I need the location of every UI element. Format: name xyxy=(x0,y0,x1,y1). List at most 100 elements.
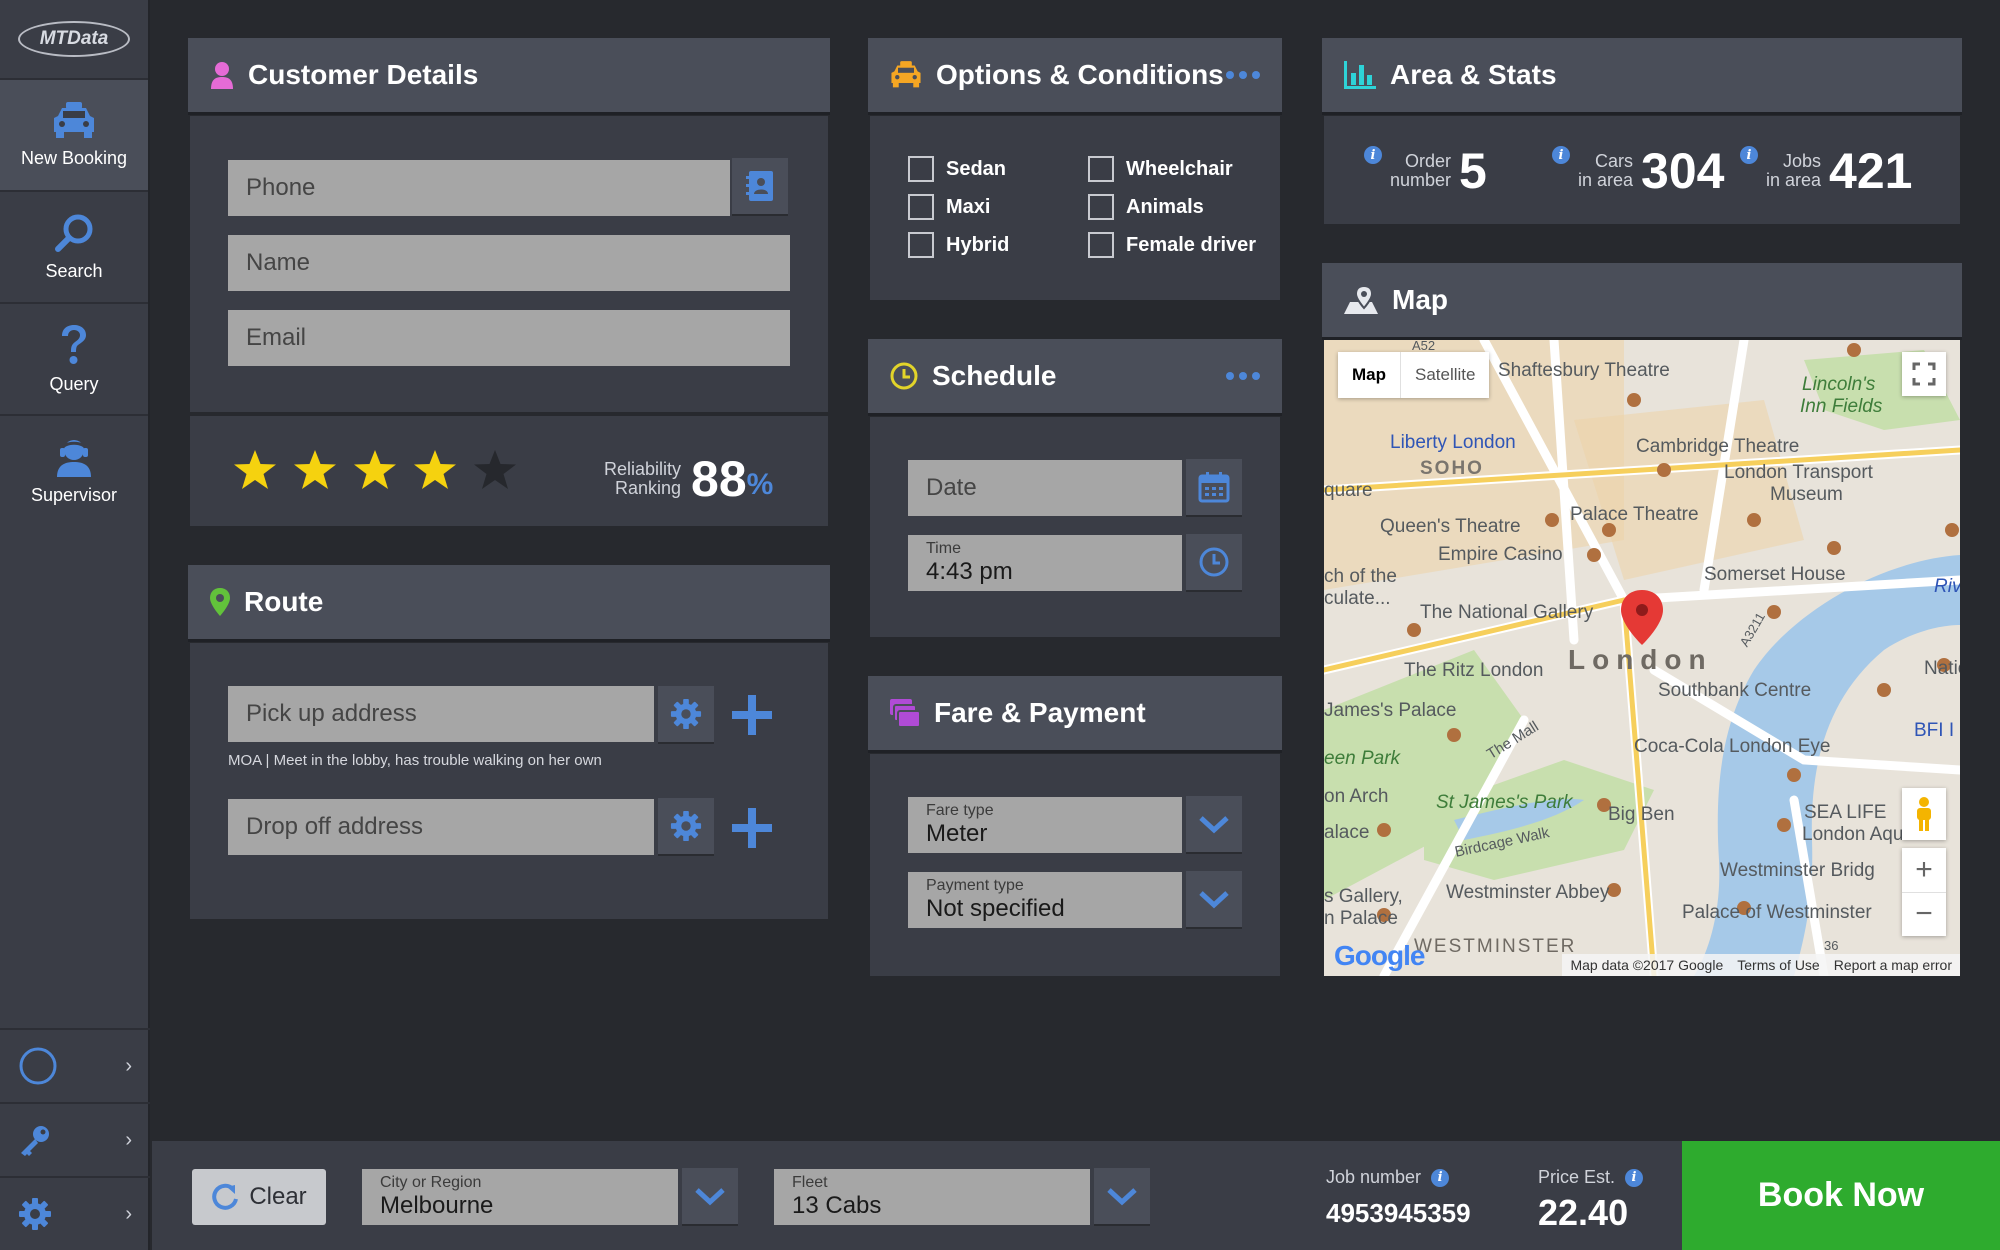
map-label: Southbank Centre xyxy=(1658,680,1812,701)
checkbox[interactable] xyxy=(1088,194,1114,220)
map-label: on Arch xyxy=(1324,786,1389,807)
status-toggle[interactable]: › xyxy=(0,1028,150,1102)
key-icon xyxy=(21,1126,49,1156)
checkbox[interactable] xyxy=(908,156,934,182)
sidebar-item-label: Search xyxy=(45,260,103,281)
email-field[interactable]: Email xyxy=(228,310,790,366)
info-icon[interactable]: i xyxy=(1625,1168,1644,1187)
map-type-satellite-button[interactable]: Satellite xyxy=(1400,352,1489,398)
option-label: Hybrid xyxy=(946,233,1010,256)
map-label: een Park xyxy=(1324,748,1401,769)
chevron-right-icon: › xyxy=(125,1202,132,1225)
report-error-link[interactable]: Report a map error xyxy=(1834,957,1952,973)
info-icon[interactable]: i xyxy=(1740,146,1758,164)
phone-field[interactable]: Phone xyxy=(228,160,730,216)
map-label: James's Palace xyxy=(1324,700,1457,721)
info-icon[interactable]: i xyxy=(1552,146,1570,164)
fleet-select[interactable]: Fleet 13 Cabs xyxy=(774,1169,1090,1225)
key-menu[interactable]: › xyxy=(0,1102,150,1176)
panel-title: Schedule xyxy=(932,360,1057,391)
calendar-button[interactable] xyxy=(1186,459,1242,515)
taxi-icon xyxy=(890,61,922,89)
sidebar-item-query[interactable]: Query xyxy=(0,302,148,414)
map-label: Riv xyxy=(1934,576,1960,597)
option-animals[interactable]: Animals xyxy=(1088,194,1204,220)
star-empty-icon[interactable] xyxy=(472,448,518,492)
fare-type-dropdown-button[interactable] xyxy=(1186,796,1242,852)
map-label: Cambridge Theatre xyxy=(1636,436,1800,457)
dropoff-settings-button[interactable] xyxy=(658,798,714,854)
option-wheelchair[interactable]: Wheelchair xyxy=(1088,156,1233,182)
date-field[interactable]: Date xyxy=(908,460,1182,516)
sidebar-item-supervisor[interactable]: Supervisor xyxy=(0,414,148,526)
more-options-icon[interactable] xyxy=(1226,372,1260,380)
add-pickup-button[interactable] xyxy=(728,691,776,739)
map-label: Somerset House xyxy=(1704,564,1846,585)
more-options-icon[interactable] xyxy=(1226,71,1260,79)
name-field[interactable]: Name xyxy=(228,235,790,291)
dropoff-address-field[interactable]: Drop off address xyxy=(228,799,654,855)
map-label: London Aqua xyxy=(1802,824,1915,845)
field-value: 4:43 pm xyxy=(926,558,1013,585)
checkbox[interactable] xyxy=(1088,232,1114,258)
star-filled-icon[interactable] xyxy=(352,448,398,492)
sidebar-item-search[interactable]: Search xyxy=(0,190,148,302)
clock-icon xyxy=(1199,547,1229,577)
clear-button[interactable]: Clear xyxy=(192,1169,326,1225)
pickup-settings-button[interactable] xyxy=(658,686,714,742)
clear-label: Clear xyxy=(249,1183,307,1210)
map-label: Lincoln's xyxy=(1802,374,1876,395)
info-icon[interactable]: i xyxy=(1431,1168,1450,1187)
map-header: Map xyxy=(1322,263,1962,337)
street-view-button[interactable] xyxy=(1902,788,1946,840)
sidebar-item-new-booking[interactable]: New Booking xyxy=(0,78,148,190)
city-dropdown-button[interactable] xyxy=(682,1168,738,1224)
add-dropoff-button[interactable] xyxy=(728,804,776,852)
payment-type-dropdown-button[interactable] xyxy=(1186,871,1242,927)
checkbox[interactable] xyxy=(908,232,934,258)
contacts-button[interactable] xyxy=(732,158,788,214)
time-picker-button[interactable] xyxy=(1186,534,1242,590)
terms-link[interactable]: Terms of Use xyxy=(1737,957,1819,973)
map-type-map-button[interactable]: Map xyxy=(1338,352,1400,398)
star-filled-icon[interactable] xyxy=(292,448,338,492)
option-sedan[interactable]: Sedan xyxy=(908,156,1006,182)
map-label: London xyxy=(1568,644,1713,675)
chevron-down-icon xyxy=(1199,816,1229,834)
pickup-address-field[interactable]: Pick up address xyxy=(228,686,654,742)
star-filled-icon[interactable] xyxy=(412,448,458,492)
checkbox[interactable] xyxy=(908,194,934,220)
location-pin-icon xyxy=(210,588,230,616)
reliability-ranking: Reliability Ranking 88 % xyxy=(604,450,773,508)
jobs-in-area-stat: i Jobs in area 421 xyxy=(1740,142,1912,200)
city-region-select[interactable]: City or Region Melbourne xyxy=(362,1169,678,1225)
panel-title: Route xyxy=(244,586,324,617)
book-now-button[interactable]: Book Now xyxy=(1682,1141,2000,1250)
payment-type-select[interactable]: Payment type Not specified xyxy=(908,872,1182,928)
map-label: ch of the xyxy=(1324,566,1397,587)
fare-type-select[interactable]: Fare type Meter xyxy=(908,797,1182,853)
star-filled-icon[interactable] xyxy=(232,448,278,492)
map-label: Palace of Westminster xyxy=(1682,902,1872,923)
time-field[interactable]: Time 4:43 pm xyxy=(908,535,1182,591)
settings-menu[interactable]: › xyxy=(0,1176,150,1250)
sidebar-item-label: Supervisor xyxy=(30,484,118,505)
chevron-right-icon: › xyxy=(125,1128,132,1151)
panel-title: Options & Conditions xyxy=(936,59,1224,90)
option-female-driver[interactable]: Female driver xyxy=(1088,232,1256,258)
field-value: Meter xyxy=(926,820,988,847)
fullscreen-button[interactable] xyxy=(1902,352,1946,396)
field-label: Fleet xyxy=(792,1174,828,1191)
field-value: Melbourne xyxy=(380,1192,494,1219)
fleet-dropdown-button[interactable] xyxy=(1094,1168,1150,1224)
checkbox[interactable] xyxy=(1088,156,1114,182)
map-view[interactable]: Shaftesbury Theatre Lincoln's Inn Fields… xyxy=(1324,340,1960,976)
info-icon[interactable]: i xyxy=(1364,146,1382,164)
option-maxi[interactable]: Maxi xyxy=(908,194,990,220)
zoom-out-button[interactable]: − xyxy=(1902,893,1946,937)
options-body: Sedan Maxi Hybrid Wheelchair Animals Fem… xyxy=(870,116,1280,300)
zoom-in-button[interactable]: + xyxy=(1902,848,1946,893)
refresh-icon xyxy=(212,1183,239,1210)
option-hybrid[interactable]: Hybrid xyxy=(908,232,1009,258)
reliability-label-line1: Reliability xyxy=(604,459,682,479)
